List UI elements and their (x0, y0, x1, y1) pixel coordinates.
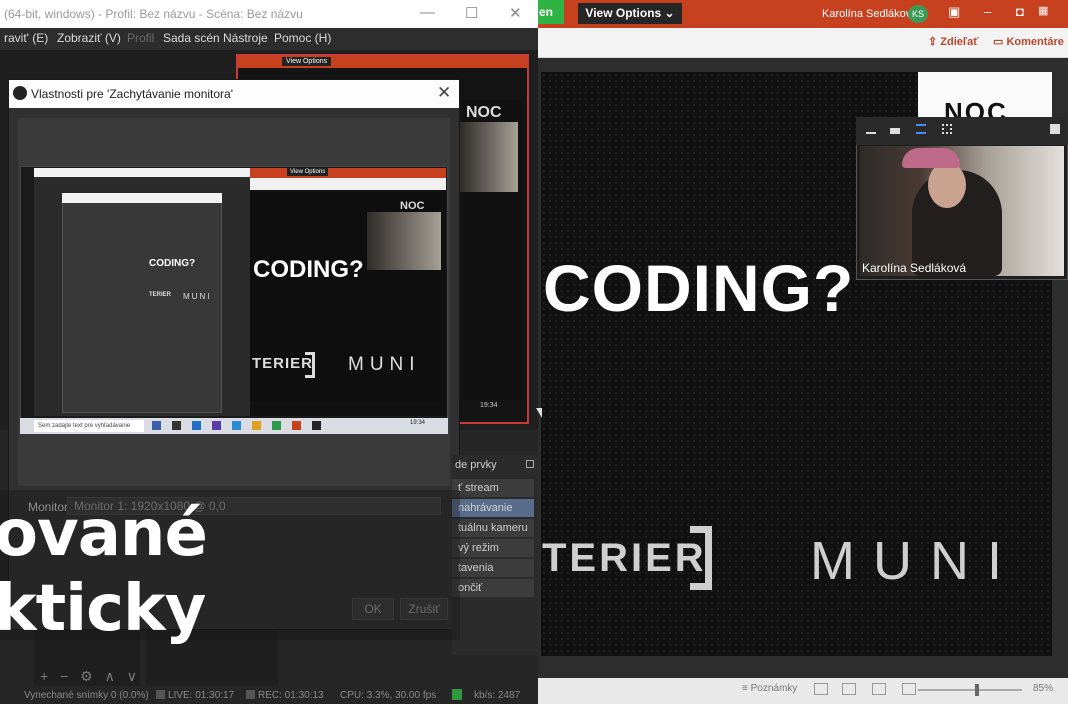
avatar[interactable]: KS (908, 5, 928, 23)
slide-sorter-icon[interactable] (842, 683, 856, 695)
nested-terier-text: TERIER (149, 292, 172, 298)
zoom-slider[interactable] (918, 689, 1022, 691)
nested-noc-text: NOC (400, 200, 425, 212)
dialog-title: Vlastnosti pre 'Zachytávanie monitora' (31, 87, 234, 101)
nested-taskbar-search: Sem zadajte text pre vyhľadávanie (34, 420, 144, 432)
dropped-frames: Vynechané snímky 0 (0.0%) (24, 690, 149, 701)
settings-button[interactable]: tavenia (452, 559, 534, 577)
notes-button[interactable]: ≡ Poznámky (742, 683, 797, 694)
comments-button[interactable]: ▭ Komentáre (993, 35, 1064, 48)
undock-icon[interactable] (526, 460, 534, 468)
obs-logo-icon (13, 86, 27, 100)
teams-icon (212, 421, 221, 430)
account-name: Karolína Sedláková (822, 8, 918, 20)
maximize-icon[interactable]: ☐ (465, 4, 478, 22)
menu-help[interactable]: Pomoc (H) (274, 31, 331, 45)
taskview-icon (152, 421, 161, 430)
zoom-slider-thumb[interactable] (975, 684, 979, 696)
nested-obs-titlebar (34, 168, 250, 177)
menu-edit[interactable]: ravit' (E) (4, 31, 48, 45)
dock-toolbar[interactable]: + − ⚙ ∧ ∨ (40, 668, 141, 685)
bitrate: kb/s: 2487 (474, 690, 521, 701)
minimize-icon[interactable]: — (420, 4, 435, 21)
zoom-level[interactable]: 85% (1033, 683, 1053, 694)
nested-bracket-icon (305, 352, 315, 378)
gallery-view-icon[interactable] (942, 124, 952, 134)
close-icon[interactable]: ✕ (437, 83, 451, 103)
nested-slide-heading: CODING? (253, 256, 364, 283)
menu-scene-collection[interactable]: Sada scén (163, 31, 220, 45)
nested-coding-text: CODING? (149, 258, 196, 269)
nested-video (367, 212, 441, 270)
rec-time: REC: 01:30:13 (258, 690, 324, 701)
participant-cap (902, 148, 960, 168)
window-title: (64-bit, windows) - Profil: Bez názvu - … (4, 7, 303, 21)
participant-name: Karolína Sedláková (862, 261, 967, 275)
controls-header: de prvky (455, 459, 497, 471)
nested-clock: 19:34 (410, 420, 426, 426)
app-icon (172, 421, 181, 430)
recording-button[interactable]: nahrávanie (452, 499, 534, 517)
speaker-view-icon[interactable] (916, 124, 926, 134)
reading-view-icon[interactable] (872, 683, 886, 695)
mouse-cursor-icon (536, 408, 542, 418)
ppt-command-bar (538, 28, 1068, 58)
notes-label: Poznámky (750, 683, 798, 694)
comments-label: Komentáre (1006, 36, 1064, 48)
studio-mode-button[interactable]: vý režim (452, 539, 534, 557)
view-options-button[interactable]: View Options ⌄ (578, 3, 682, 24)
zoom-meeting-tab[interactable]: en (538, 0, 564, 24)
slide-heading: CODING? (543, 251, 855, 325)
nested-slide-muni: MUNI (348, 354, 421, 375)
ppt-statusbar (538, 678, 1068, 704)
normal-view-icon[interactable] (814, 683, 828, 695)
terier-bracket-icon (690, 526, 712, 590)
restore-icon[interactable]: ◘ (1016, 4, 1024, 19)
powerpoint-icon (292, 421, 301, 430)
minimize-icon[interactable]: – (984, 4, 991, 19)
hide-video-icon[interactable] (890, 128, 900, 134)
share-label: Zdieľať (940, 36, 979, 48)
ribbon-display-icon[interactable]: ▣ (948, 4, 960, 20)
nested-muni-text: MUNI (183, 292, 212, 301)
nested-slide-terier: TERIER (252, 355, 314, 372)
nested-ppt-bar (250, 168, 446, 178)
chrome-icon (272, 421, 281, 430)
video-panel-toolbar (856, 117, 1068, 145)
rec-icon (246, 690, 255, 699)
slide-muni-logo: MUNI (810, 531, 1020, 591)
share-button[interactable]: ⇪ Zdieľať (928, 35, 979, 48)
zoom-icon (192, 421, 201, 430)
screen: en View Options ⌄ Karolína Sedláková KS … (0, 0, 1068, 704)
edge-icon (232, 421, 241, 430)
live-time: LIVE: 01:30:17 (168, 690, 235, 701)
menu-profile[interactable]: Profil (127, 31, 154, 45)
exit-button[interactable]: ončiť (452, 579, 534, 597)
live-icon (156, 690, 165, 699)
participant-face (928, 162, 966, 208)
slideshow-icon[interactable] (902, 683, 916, 695)
obs-icon (312, 421, 321, 430)
menu-view[interactable]: Zobraziť (V) (57, 31, 121, 45)
close-icon[interactable]: ✕ (509, 4, 522, 22)
exit-fullscreen-icon[interactable] (1050, 124, 1060, 134)
nested-dialog-titlebar (62, 193, 222, 203)
caption-line-2: kticky (0, 572, 206, 646)
slide-terier-logo: TERIER (542, 536, 707, 580)
folder-icon (252, 421, 261, 430)
caption-line-1: ované (0, 497, 208, 571)
nested-view-options: View Options (287, 168, 329, 176)
menu-tools[interactable]: Nástroje (223, 31, 268, 45)
minimize-video-icon[interactable] (866, 124, 876, 134)
virtual-camera-button[interactable]: tuálnu kameru (452, 519, 534, 537)
start-stream-button[interactable]: ť stream (452, 479, 534, 497)
nested-ppt-command-bar (250, 178, 446, 190)
view-grid-icon[interactable]: ▦ (1038, 4, 1048, 17)
cpu-usage: CPU: 3.3%, 30.00 fps (340, 690, 437, 701)
nested-dialog (62, 193, 222, 413)
health-indicator (452, 689, 462, 700)
